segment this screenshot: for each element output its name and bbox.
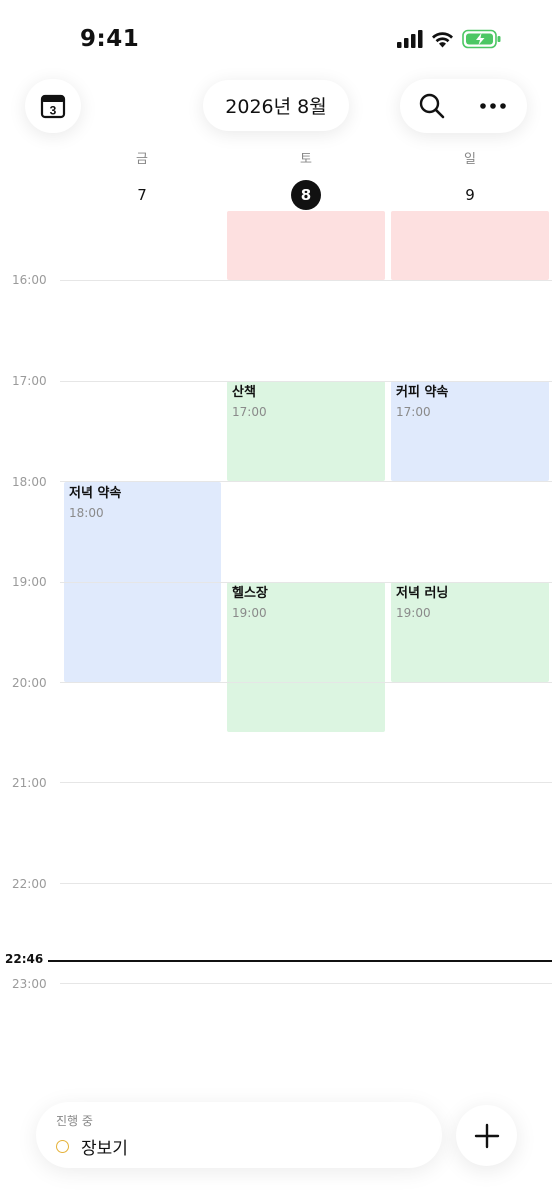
event-title: 헬스장: [232, 586, 268, 601]
hour-line: [60, 682, 552, 683]
calendar-icon: 3: [40, 94, 66, 119]
event-time: 18:00: [69, 506, 104, 520]
hour-label: 22:00: [12, 877, 47, 891]
day-number: 9: [465, 186, 475, 204]
hour-label: 17:00: [12, 374, 47, 388]
event-time: 19:00: [232, 606, 267, 620]
status-time: 9:41: [80, 26, 140, 52]
day-number: 7: [137, 186, 147, 204]
event-title: 산책: [232, 385, 256, 400]
hour-label: 16:00: [12, 273, 47, 287]
hour-label: 21:00: [12, 776, 47, 790]
search-icon: [419, 93, 445, 119]
hour-line: [60, 481, 552, 482]
header-actions: [400, 79, 527, 133]
day-name: 일: [464, 152, 476, 167]
today-calendar-button[interactable]: 3: [25, 79, 81, 133]
day-header-sat[interactable]: 토 8: [266, 150, 346, 210]
battery-charging-icon: [462, 29, 501, 49]
hour-line: [60, 883, 552, 884]
add-event-button[interactable]: [456, 1105, 517, 1166]
hour-line: [60, 582, 552, 583]
task-status-circle-icon[interactable]: [56, 1140, 69, 1153]
event-evening-run[interactable]: 저녁 러닝 19:00: [391, 582, 549, 682]
event-coffee[interactable]: 커피 약속 17:00: [391, 381, 549, 481]
event-time: 19:00: [396, 606, 431, 620]
event-walk[interactable]: 산책 17:00: [227, 381, 385, 481]
month-title-button[interactable]: 2026년 8월: [203, 80, 349, 131]
hour-label: 18:00: [12, 475, 47, 489]
in-progress-card[interactable]: 진행 중 장보기: [36, 1102, 442, 1168]
day-header-sun[interactable]: 일 9: [430, 150, 510, 210]
in-progress-task: 장보기: [56, 1134, 422, 1159]
more-button[interactable]: [475, 88, 511, 124]
hour-line: [60, 381, 552, 382]
event-time: 17:00: [396, 405, 431, 419]
hour-line: [60, 983, 552, 984]
hour-line: [60, 782, 552, 783]
hour-label: 23:00: [12, 977, 47, 991]
event-title: 저녁 러닝: [396, 586, 449, 601]
plus-icon: [474, 1123, 499, 1148]
event-title: 저녁 약속: [69, 486, 122, 501]
event-title: 커피 약속: [396, 385, 449, 400]
hour-line: [60, 280, 552, 281]
calendar-icon-day: 3: [50, 104, 57, 118]
hour-label: 19:00: [12, 575, 47, 589]
event-time: 17:00: [232, 405, 267, 419]
current-time-label: 22:46: [5, 952, 44, 966]
signal-icon: [397, 30, 423, 48]
hour-label: 20:00: [12, 676, 47, 690]
search-button[interactable]: [414, 88, 450, 124]
calendar-week-screen: 9:41 3 2026년 8월 금 7 토 8 일 9 산책 17:00 커피 …: [0, 0, 552, 1200]
day-header-fri[interactable]: 금 7: [102, 150, 182, 210]
in-progress-label: 진행 중: [56, 1114, 93, 1128]
wifi-icon: [432, 32, 453, 48]
day-name: 금: [136, 152, 148, 167]
day-name: 토: [300, 152, 312, 167]
task-title: 장보기: [81, 1139, 128, 1159]
event-block[interactable]: [227, 211, 385, 280]
status-icons: [397, 29, 502, 49]
more-icon: [480, 103, 506, 109]
day-number-today: 8: [291, 180, 321, 210]
current-time-line: [48, 960, 552, 962]
event-block[interactable]: [391, 211, 549, 280]
event-gym[interactable]: 헬스장 19:00: [227, 582, 385, 732]
